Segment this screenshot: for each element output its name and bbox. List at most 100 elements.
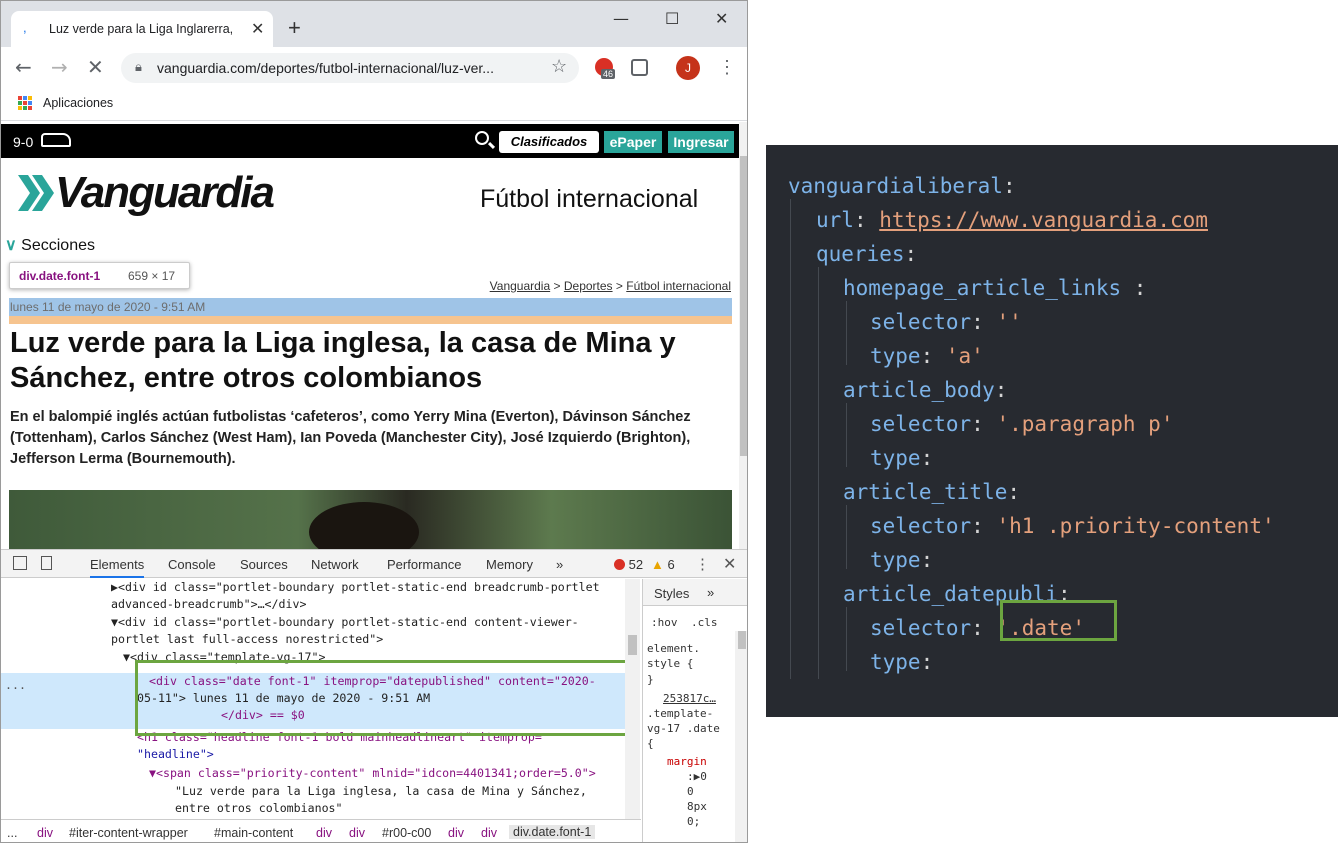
tab-console[interactable]: Console — [168, 557, 216, 572]
yaml-line[interactable]: article_body: — [843, 373, 1007, 407]
yaml-colon: : — [920, 446, 934, 470]
dom-node[interactable]: ▼<div id class="portlet-boundary portlet… — [111, 614, 579, 631]
styles-scrollbar[interactable] — [735, 631, 747, 842]
devtools-close-icon[interactable]: ✕ — [723, 554, 736, 574]
apps-bookmark[interactable]: Aplicaciones — [43, 96, 113, 110]
yaml-line[interactable]: type: — [870, 441, 933, 475]
tab-elements[interactable]: Elements — [90, 557, 145, 578]
style-value[interactable]: :▶0 — [687, 769, 707, 784]
site-logo[interactable]: Vanguardia — [55, 168, 275, 218]
address-bar[interactable]: 🔒︎ vanguardia.com/deportes/futbol-intern… — [121, 53, 579, 83]
secciones-label: Secciones — [21, 237, 95, 254]
tab-close-icon[interactable]: ✕ — [251, 19, 264, 39]
warning-count[interactable]: ▲ 6 — [651, 557, 675, 572]
dom-node[interactable]: ▼<span class="priority-content" mlnid="i… — [149, 765, 596, 782]
crumb-item[interactable]: div — [448, 826, 464, 840]
new-tab-button[interactable]: + — [288, 17, 301, 39]
secciones-menu[interactable]: ∨ Secciones — [5, 235, 95, 255]
yaml-key: selector — [870, 310, 972, 334]
tab-performance[interactable]: Performance — [387, 557, 461, 572]
crumb-item[interactable]: div — [349, 826, 365, 840]
more-tabs-icon[interactable]: » — [707, 585, 714, 600]
forward-arrow-icon[interactable]: → — [51, 55, 68, 79]
yaml-line[interactable]: article_title: — [843, 475, 1020, 509]
breadcrumb-link[interactable]: Fútbol internacional — [626, 279, 731, 293]
yaml-colon: : — [853, 208, 867, 232]
maximize-button[interactable]: ☐ — [665, 9, 679, 28]
stop-loading-icon[interactable]: ✕ — [87, 55, 104, 79]
crumb-item[interactable]: div — [481, 826, 497, 840]
tab-sources[interactable]: Sources — [240, 557, 288, 572]
ingresar-button[interactable]: Ingresar — [668, 131, 734, 153]
back-arrow-icon[interactable]: ← — [15, 55, 32, 79]
dom-node[interactable]: advanced-breadcrumb">…</div> — [111, 596, 306, 613]
crumb-item-current[interactable]: div.date.font-1 — [509, 825, 596, 839]
tab-styles[interactable]: Styles — [654, 586, 689, 601]
browser-menu-icon[interactable]: ⋮ — [718, 57, 736, 78]
more-tabs-icon[interactable]: » — [556, 557, 563, 572]
window-close-button[interactable]: ✕ — [715, 9, 728, 28]
crumb-item[interactable]: #main-content — [214, 826, 293, 840]
dom-text-node[interactable]: entre otros colombianos" — [175, 800, 343, 817]
device-toolbar-icon[interactable] — [41, 556, 52, 570]
apps-grid-icon[interactable] — [18, 96, 32, 110]
crumb-ellipsis[interactable]: ... — [7, 826, 17, 840]
node-actions-icon[interactable]: ... — [5, 677, 26, 694]
style-value[interactable]: 0; — [687, 814, 700, 829]
style-value[interactable]: 0 — [687, 784, 694, 799]
error-count[interactable]: 52 — [614, 557, 643, 572]
car-icon[interactable] — [41, 133, 71, 147]
dom-node[interactable]: "headline"> — [137, 746, 214, 763]
yaml-line[interactable]: url: https://www.vanguardia.com — [816, 203, 1208, 237]
bookmark-star-icon[interactable]: ☆ — [551, 56, 567, 77]
elements-scrollbar[interactable] — [625, 579, 640, 819]
dom-node[interactable]: ▶<div id class="portlet-boundary portlet… — [111, 579, 600, 596]
yaml-line[interactable]: type: 'a' — [870, 339, 984, 373]
crumb-item[interactable]: #r00-c00 — [382, 826, 431, 840]
style-source-link[interactable]: 253817c… — [663, 691, 716, 706]
yaml-line[interactable]: selector: '' — [870, 305, 1022, 339]
breadcrumb: Vanguardia > Deportes > Fútbol internaci… — [490, 279, 731, 293]
epaper-button[interactable]: ePaper — [604, 131, 662, 153]
filter-cls[interactable]: .cls — [691, 615, 718, 630]
page-scrollbar[interactable] — [739, 122, 747, 549]
tab-network[interactable]: Network — [311, 557, 359, 572]
yaml-line[interactable]: queries: — [816, 237, 917, 271]
breadcrumb-separator: > — [615, 279, 623, 293]
search-icon[interactable] — [475, 131, 489, 145]
vanguardia-logo-icon[interactable] — [16, 175, 56, 211]
inspect-element-icon[interactable] — [13, 556, 27, 570]
tab-memory[interactable]: Memory — [486, 557, 533, 572]
yaml-line[interactable]: vanguardialiberal: — [788, 169, 1016, 203]
scroll-thumb[interactable] — [740, 156, 747, 456]
yaml-line[interactable]: type: — [870, 543, 933, 577]
score-ticker[interactable]: 9-0 — [13, 134, 33, 150]
browser-window: , Luz verde para la Liga Inglarerra, ✕ +… — [0, 0, 748, 843]
style-value[interactable]: 8px — [687, 799, 707, 814]
yaml-line[interactable]: type: — [870, 645, 933, 679]
yaml-line[interactable]: homepage_article_links : — [843, 271, 1146, 305]
breadcrumb-link[interactable]: Vanguardia — [490, 279, 551, 293]
breadcrumb-link[interactable]: Deportes — [564, 279, 613, 293]
filter-hov[interactable]: :hov — [651, 615, 678, 630]
crumb-item[interactable]: div — [316, 826, 332, 840]
scroll-thumb[interactable] — [628, 635, 637, 655]
crumb-item[interactable]: div — [37, 826, 53, 840]
crumb-item[interactable]: #iter-content-wrapper — [69, 826, 188, 840]
devtools-menu-icon[interactable]: ⋮ — [695, 555, 710, 573]
dom-node[interactable]: portlet last full-access norestricted"> — [111, 631, 383, 648]
dom-text-node[interactable]: "Luz verde para la Liga inglesa, la casa… — [175, 783, 587, 800]
reader-extension-icon[interactable] — [631, 59, 648, 76]
yaml-line[interactable]: selector: 'h1 .priority-content' — [870, 509, 1275, 543]
scroll-thumb[interactable] — [738, 631, 746, 649]
style-property[interactable]: margin — [667, 754, 707, 769]
clasificados-button[interactable]: Clasificados — [499, 131, 599, 153]
yaml-url-value[interactable]: https://www.vanguardia.com — [879, 208, 1208, 232]
minimize-button[interactable]: — — [613, 9, 629, 28]
yaml-colon: : — [904, 242, 918, 266]
yaml-line[interactable]: selector: '.paragraph p' — [870, 407, 1173, 441]
profile-avatar[interactable]: J — [676, 56, 700, 80]
yaml-colon: : — [1121, 276, 1147, 300]
browser-tab[interactable]: , Luz verde para la Liga Inglarerra, ✕ — [11, 11, 273, 47]
address-url[interactable]: vanguardia.com/deportes/futbol-internaci… — [157, 60, 494, 76]
